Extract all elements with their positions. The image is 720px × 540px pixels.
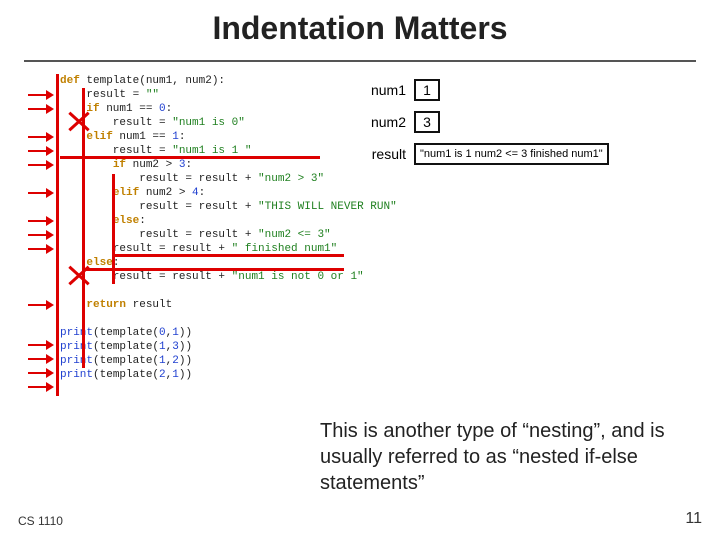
code-line: result = "" (60, 88, 397, 102)
footer-course: CS 1110 (18, 514, 63, 528)
nesting-note: This is another type of “nesting”, and i… (320, 418, 690, 496)
arrow-icon (28, 354, 54, 364)
underline (86, 268, 344, 271)
code-line: print(template(2,1)) (60, 368, 397, 382)
code-line: else: (60, 214, 397, 228)
arrow-icon (28, 160, 54, 170)
var-name: num2 (360, 114, 414, 130)
code-line: result = result + "THIS WILL NEVER RUN" (60, 200, 397, 214)
code-line: print(template(1,3)) (60, 340, 397, 354)
code-line (60, 312, 397, 326)
x-mark-icon (68, 110, 90, 132)
var-row-num2: num2 3 (360, 108, 609, 136)
arrow-icon (28, 146, 54, 156)
code-line: if num2 > 3: (60, 158, 397, 172)
code-line: def template(num1, num2): (60, 74, 397, 88)
x-mark-icon (68, 264, 90, 286)
arrow-icon (28, 104, 54, 114)
code-line: elif num2 > 4: (60, 186, 397, 200)
code-line: result = "num1 is 0" (60, 116, 397, 130)
var-name: result (360, 146, 414, 162)
var-value: "num1 is 1 num2 <= 3 finished num1" (414, 143, 609, 165)
code-line: result = result + "num2 > 3" (60, 172, 397, 186)
var-name: num1 (360, 82, 414, 98)
arrow-icon (28, 90, 54, 100)
code-line: print(template(1,2)) (60, 354, 397, 368)
var-row-num1: num1 1 (360, 76, 609, 104)
arrow-icon (28, 244, 54, 254)
slide-title: Indentation Matters (0, 10, 720, 47)
code-line: print(template(0,1)) (60, 326, 397, 340)
arrow-icon (28, 216, 54, 226)
var-value: 1 (414, 79, 440, 101)
code-block: def template(num1, num2): result = "" if… (60, 74, 397, 382)
arrow-icon (28, 340, 54, 350)
variable-table: num1 1 num2 3 result "num1 is 1 num2 <= … (360, 76, 609, 172)
code-line (60, 284, 397, 298)
underline (60, 156, 320, 159)
code-line: if num1 == 0: (60, 102, 397, 116)
slide: Indentation Matters def template(num1, n… (0, 0, 720, 540)
arrow-icon (28, 188, 54, 198)
code-line: result = result + "num1 is not 0 or 1" (60, 270, 397, 284)
var-row-result: result "num1 is 1 num2 <= 3 finished num… (360, 140, 609, 168)
arrow-icon (28, 368, 54, 378)
footer-page: 11 (685, 510, 702, 528)
arrow-icon (28, 300, 54, 310)
indent-bar-1 (56, 74, 59, 396)
code-line: elif num1 == 1: (60, 130, 397, 144)
arrow-icon (28, 382, 54, 392)
var-value: 3 (414, 111, 440, 133)
arrow-icon (28, 230, 54, 240)
code-line: return result (60, 298, 397, 312)
title-rule (24, 60, 696, 62)
underline (114, 254, 344, 257)
code-line: result = result + "num2 <= 3" (60, 228, 397, 242)
arrow-icon (28, 132, 54, 142)
